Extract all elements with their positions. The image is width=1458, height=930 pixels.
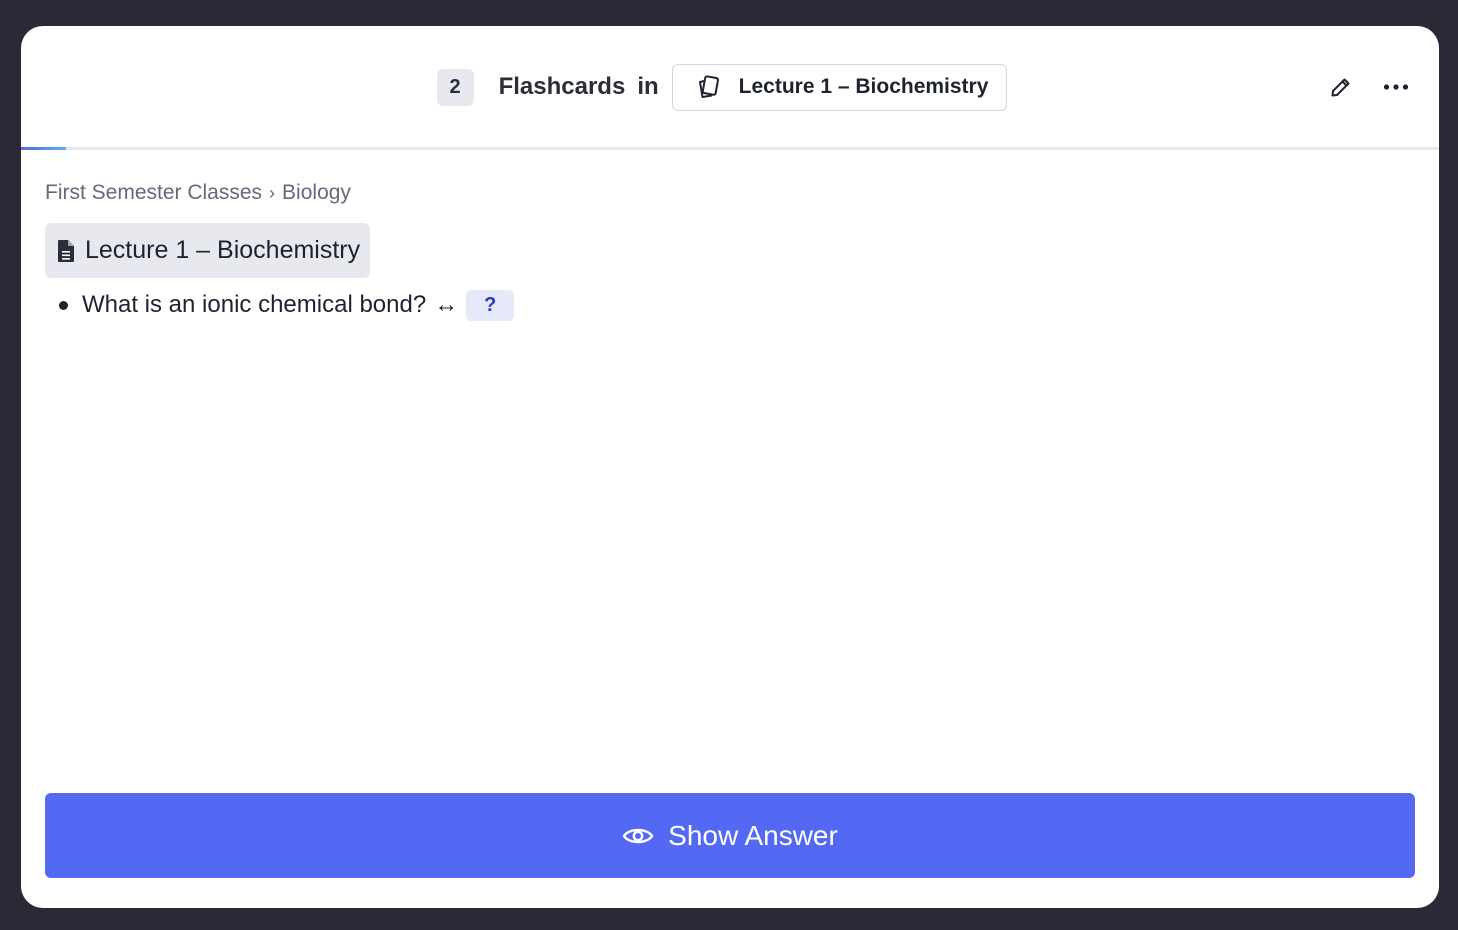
- cards-icon: [695, 73, 723, 101]
- flashcard-question-row: What is an ionic chemical bond? ↔ ?: [45, 287, 1415, 323]
- bullet-point: [59, 300, 68, 310]
- header-connector: in: [637, 73, 659, 100]
- document-icon: [57, 239, 75, 263]
- show-answer-label: Show Answer: [668, 819, 838, 851]
- progress-fill: [21, 147, 67, 150]
- deck-name: Lecture 1 – Biochemistry: [738, 75, 989, 98]
- breadcrumb-item-first-semester[interactable]: First Semester Classes: [45, 181, 262, 205]
- more-horizontal-icon: [1383, 83, 1409, 91]
- header-actions: [1326, 72, 1411, 102]
- breadcrumb: First Semester Classes › Biology: [45, 178, 1415, 208]
- bidirectional-arrow-icon: ↔: [434, 291, 459, 318]
- header-title: Flashcards: [498, 73, 626, 100]
- deck-selector-button[interactable]: Lecture 1 – Biochemistry: [671, 63, 1008, 111]
- header-title-row: 2 Flashcards in Lecture 1 – Biochemistry: [21, 62, 1439, 112]
- note-link[interactable]: Lecture 1 – Biochemistry: [45, 223, 371, 278]
- note-title: Lecture 1 – Biochemistry: [85, 236, 361, 264]
- breadcrumb-separator: ›: [269, 182, 276, 203]
- flashcard-question: What is an ionic chemical bond?: [82, 291, 427, 318]
- show-answer-button[interactable]: Show Answer: [45, 793, 1415, 878]
- pencil-icon: [1329, 75, 1353, 99]
- flashcard-header: 2 Flashcards in Lecture 1 – Biochemistry: [21, 26, 1439, 147]
- progress-track: [21, 147, 1439, 150]
- answer-cloze-placeholder[interactable]: ?: [466, 289, 515, 321]
- flashcard-panel: 2 Flashcards in Lecture 1 – Biochemistry: [21, 26, 1439, 908]
- eye-icon: [622, 825, 654, 847]
- more-options-button[interactable]: [1381, 72, 1411, 102]
- flashcard-count-badge: 2: [436, 68, 474, 106]
- breadcrumb-item-biology[interactable]: Biology: [282, 181, 351, 205]
- edit-button[interactable]: [1326, 72, 1356, 102]
- flashcard-content: First Semester Classes › Biology Lecture…: [45, 178, 1415, 323]
